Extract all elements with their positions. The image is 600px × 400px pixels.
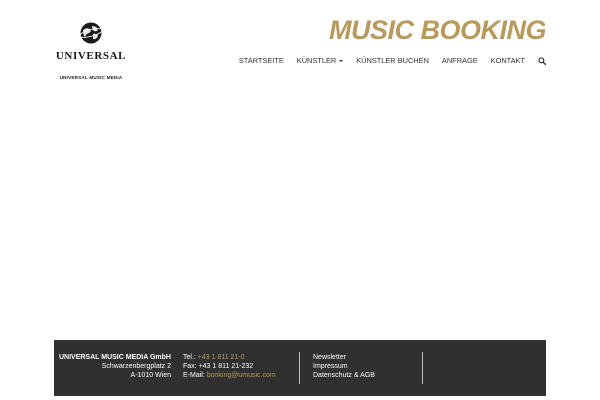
nav-item-kuenstler-label: KÜNSTLER (296, 56, 337, 65)
footer-divider-left (299, 352, 300, 384)
universal-logo[interactable]: UNIVERSAL UNIVERSAL MUSIC MEDIA (54, 18, 128, 80)
globe-icon (79, 22, 103, 44)
footer-email-label: E-Mail: (183, 372, 207, 379)
footer-email: E-Mail: booking@umusic.com (183, 371, 276, 380)
nav-item-kontakt[interactable]: KONTAKT (491, 56, 525, 66)
footer-city: A-1010 Wien (130, 372, 171, 379)
footer-street: Schwarzenbergplatz 2 (101, 363, 171, 370)
logo-wordmark: UNIVERSAL (55, 50, 127, 62)
nav-item-kuenstler[interactable]: KÜNSTLER (296, 56, 344, 66)
footer-link-datenschutz[interactable]: Datenschutz & AGB (313, 371, 375, 380)
page: UNIVERSAL UNIVERSAL MUSIC MEDIA MUSIC BO… (0, 0, 600, 400)
nav-item-startseite[interactable]: STARTSEITE (239, 56, 284, 66)
footer-divider-right (422, 352, 423, 384)
nav-item-anfrage[interactable]: ANFRAGE (442, 56, 478, 66)
footer-fax-label: Fax: (183, 363, 199, 370)
footer-tel: Tel.: +43 1 811 21-0 (183, 353, 276, 362)
footer-link-impressum[interactable]: Impressum (313, 362, 375, 371)
footer-address: UNIVERSAL MUSIC MEDIA GmbH Schwarzenberg… (54, 353, 171, 380)
footer-tel-link[interactable]: +43 1 811 21-0 (198, 354, 245, 361)
page-title: MUSIC BOOKING (328, 15, 547, 45)
footer-links: Newsletter Impressum Datenschutz & AGB (313, 353, 375, 380)
footer-link-newsletter[interactable]: Newsletter (313, 353, 375, 362)
footer-email-link[interactable]: booking@umusic.com (207, 372, 276, 379)
footer-company: UNIVERSAL MUSIC MEDIA GmbH (58, 354, 171, 361)
nav-item-kuenstler-buchen[interactable]: KÜNSTLER BUCHEN (356, 56, 429, 66)
search-icon[interactable] (538, 57, 546, 65)
main-nav: STARTSEITE KÜNSTLER KÜNSTLER BUCHEN ANFR… (239, 55, 546, 67)
footer: UNIVERSAL MUSIC MEDIA GmbH Schwarzenberg… (54, 340, 546, 396)
logo-subline: UNIVERSAL MUSIC MEDIA (59, 75, 123, 80)
footer-fax-value: +43 1 811 21-232 (198, 363, 254, 370)
footer-fax: Fax: +43 1 811 21-232 (183, 362, 276, 371)
footer-tel-label: Tel.: (183, 354, 198, 361)
footer-contact: Tel.: +43 1 811 21-0 Fax: +43 1 811 21-2… (183, 353, 276, 380)
caret-down-icon (339, 60, 344, 62)
